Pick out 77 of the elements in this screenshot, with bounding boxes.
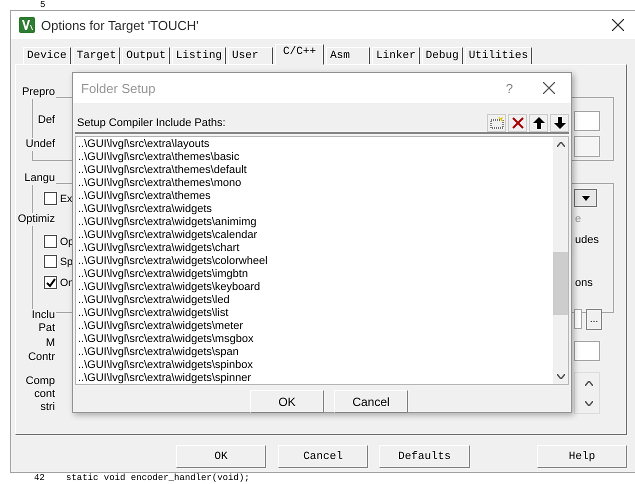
move-up-button[interactable] [529,114,548,132]
path-item[interactable]: ..\GUI\lvgl\src\extra\widgets [78,203,553,216]
dialog-title: Folder Setup [81,80,156,96]
misc-controls-field[interactable] [574,341,600,361]
dialog-button[interactable]: Help [537,445,627,468]
dialog-button[interactable]: Cancel [278,445,368,468]
path-item[interactable]: ..\GUI\lvgl\src\extra\themes\basic [78,151,553,164]
path-item[interactable]: ..\GUI\lvgl\src\extra\layouts [78,138,553,151]
path-item[interactable]: ..\GUI\lvgl\src\extra\widgets\spinbox [78,359,553,372]
new-folder-icon [490,116,504,128]
path-item[interactable]: ..\GUI\lvgl\src\extra\themes\default [78,164,553,177]
tab[interactable]: C/C++ [275,44,324,65]
up-arrow-icon [532,116,544,128]
scroll-up-icon[interactable] [556,142,564,147]
path-item[interactable]: ..\GUI\lvgl\src\extra\widgets\meter [78,320,553,333]
help-button[interactable]: ? [506,80,513,96]
new-folder-button[interactable] [487,114,506,132]
include-paths-field[interactable] [574,309,582,329]
tab[interactable]: Linker [372,47,420,64]
dialog-button[interactable]: Cancel [334,390,408,413]
group-title: Langu [23,172,56,185]
checkbox-label: Sp [60,256,73,268]
delete-button[interactable] [508,114,527,132]
down-arrow-icon [554,116,566,128]
tab[interactable]: User [228,47,274,64]
scrollbar[interactable] [553,137,568,384]
path-item[interactable]: ..\GUI\lvgl\src\extra\themes [78,190,553,203]
field-label: Comp [24,375,56,388]
code-line: static void encoder_handler(void); [66,473,250,484]
dialog-button[interactable]: Defaults [379,445,470,468]
app-logo-icon [19,17,35,33]
checkbox[interactable] [44,192,57,205]
dropdown-arrow-icon [582,196,590,200]
line-number: 42 [34,473,45,484]
header-label: Setup Compiler Include Paths: [76,116,226,128]
path-item[interactable]: ..\GUI\lvgl\src\extra\widgets\led [78,294,553,307]
path-item[interactable]: ..\GUI\lvgl\src\extra\widgets\spinner [78,372,553,384]
checkbox[interactable] [44,276,57,289]
tab[interactable]: Output [122,47,170,64]
delete-icon [512,116,524,128]
line-number: 5 [40,0,46,10]
path-item[interactable]: ..\GUI\lvgl\src\extra\widgets\colorwheel [78,255,553,268]
window-title: Options for Target 'TOUCH' [41,18,199,32]
group-title: Prepro [20,86,56,99]
undefine-field[interactable] [574,136,600,157]
path-item[interactable]: ..\GUI\lvgl\src\extra\widgets\span [78,346,553,359]
path-item[interactable]: ..\GUI\lvgl\src\extra\themes\mono [78,177,553,190]
move-down-button[interactable] [550,114,569,132]
tab[interactable]: Listing [172,47,226,64]
tab[interactable]: Target [72,47,120,64]
scroll-up-icon[interactable] [585,380,593,386]
field-label: Undef [24,138,56,151]
path-item[interactable]: ..\GUI\lvgl\src\extra\widgets\imgbtn [78,268,553,281]
scroll-down-icon[interactable] [585,400,593,406]
scroll-down-icon[interactable] [556,374,564,379]
path-item[interactable]: ..\GUI\lvgl\src\extra\widgets\list [78,307,553,320]
field-label: Optimiz [16,213,56,226]
close-icon[interactable] [612,19,624,31]
close-icon[interactable] [543,82,555,94]
tab[interactable]: Device [23,47,71,64]
checkbox[interactable] [44,235,57,248]
checkbox-label: Ex [60,192,72,204]
dropdown[interactable] [574,189,597,207]
path-item[interactable]: ..\GUI\lvgl\src\extra\widgets\calendar [78,229,553,242]
path-item[interactable]: ..\GUI\lvgl\src\extra\widgets\msgbox [78,333,553,346]
path-item[interactable]: ..\GUI\lvgl\src\extra\widgets\keyboard [78,281,553,294]
path-item[interactable]: ..\GUI\lvgl\src\extra\widgets\animimg [78,216,553,229]
path-item[interactable]: ..\GUI\lvgl\src\extra\widgets\chart [78,242,553,255]
scroll-thumb[interactable] [553,252,568,315]
define-field[interactable] [574,111,600,131]
dialog-button[interactable]: OK [250,390,324,413]
dialog-button[interactable]: OK [176,445,266,468]
tab[interactable]: Utilities [464,47,532,64]
browse-button[interactable]: ... [586,309,602,330]
tab[interactable]: Debug [422,47,463,64]
tab[interactable]: Asm [326,47,370,64]
checkbox[interactable] [44,255,57,268]
